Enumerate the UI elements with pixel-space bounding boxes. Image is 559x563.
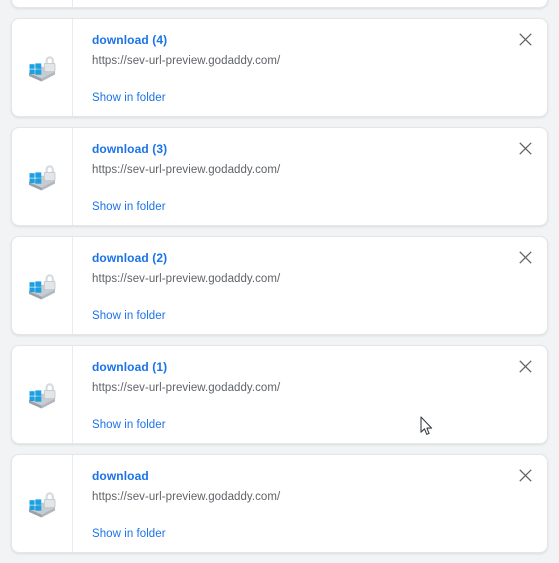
download-card-3[interactable]: download (2) https://sev-url-preview.god… (11, 236, 548, 335)
close-icon (518, 250, 532, 264)
download-card-4[interactable]: download (1) https://sev-url-preview.god… (11, 345, 548, 444)
windows-installer-icon (29, 382, 56, 408)
file-icon-cell (12, 455, 73, 552)
downloads-list: download (5) https://sev-url-preview.god… (0, 0, 559, 563)
download-source-url: https://sev-url-preview.godaddy.com/ (92, 164, 281, 176)
file-icon-cell (12, 128, 73, 225)
download-source-url: https://sev-url-preview.godaddy.com/ (92, 382, 281, 394)
show-in-folder-link[interactable]: Show in folder (92, 91, 166, 106)
close-icon (518, 141, 532, 155)
download-file-name[interactable]: download (2) (92, 251, 167, 266)
download-card-5[interactable]: download https://sev-url-preview.godaddy… (11, 454, 548, 553)
download-file-name[interactable]: download (1) (92, 360, 167, 375)
windows-installer-icon (29, 273, 56, 299)
download-source-url: https://sev-url-preview.godaddy.com/ (92, 55, 281, 67)
download-details: download (5) https://sev-url-preview.god… (73, 0, 547, 7)
remove-download-button[interactable] (514, 355, 536, 377)
close-icon (518, 32, 532, 46)
download-file-name[interactable]: download (92, 469, 149, 484)
download-file-name[interactable]: download (4) (92, 33, 167, 48)
windows-installer-icon (29, 164, 56, 190)
file-icon-cell (12, 346, 73, 443)
file-icon-cell (12, 0, 73, 7)
download-details: download (3) https://sev-url-preview.god… (73, 128, 547, 225)
remove-download-button[interactable] (514, 28, 536, 50)
download-file-name[interactable]: download (3) (92, 142, 167, 157)
download-details: download (1) https://sev-url-preview.god… (73, 346, 547, 443)
download-source-url: https://sev-url-preview.godaddy.com/ (92, 273, 281, 285)
close-icon (518, 468, 532, 482)
download-details: download https://sev-url-preview.godaddy… (73, 455, 547, 552)
remove-download-button[interactable] (514, 246, 536, 268)
show-in-folder-link[interactable]: Show in folder (92, 527, 166, 542)
show-in-folder-link[interactable]: Show in folder (92, 200, 166, 215)
download-source-url: https://sev-url-preview.godaddy.com/ (92, 491, 281, 503)
download-details: download (2) https://sev-url-preview.god… (73, 237, 547, 334)
remove-download-button[interactable] (514, 137, 536, 159)
download-card-0[interactable]: download (5) https://sev-url-preview.god… (11, 0, 548, 8)
file-icon-cell (12, 237, 73, 334)
download-card-1[interactable]: download (4) https://sev-url-preview.god… (11, 18, 548, 117)
remove-download-button[interactable] (514, 464, 536, 486)
close-icon (518, 359, 532, 373)
show-in-folder-link[interactable]: Show in folder (92, 309, 166, 324)
download-card-2[interactable]: download (3) https://sev-url-preview.god… (11, 127, 548, 226)
windows-installer-icon (29, 55, 56, 81)
file-icon-cell (12, 19, 73, 116)
download-details: download (4) https://sev-url-preview.god… (73, 19, 547, 116)
show-in-folder-link[interactable]: Show in folder (92, 418, 166, 433)
windows-installer-icon (29, 491, 56, 517)
